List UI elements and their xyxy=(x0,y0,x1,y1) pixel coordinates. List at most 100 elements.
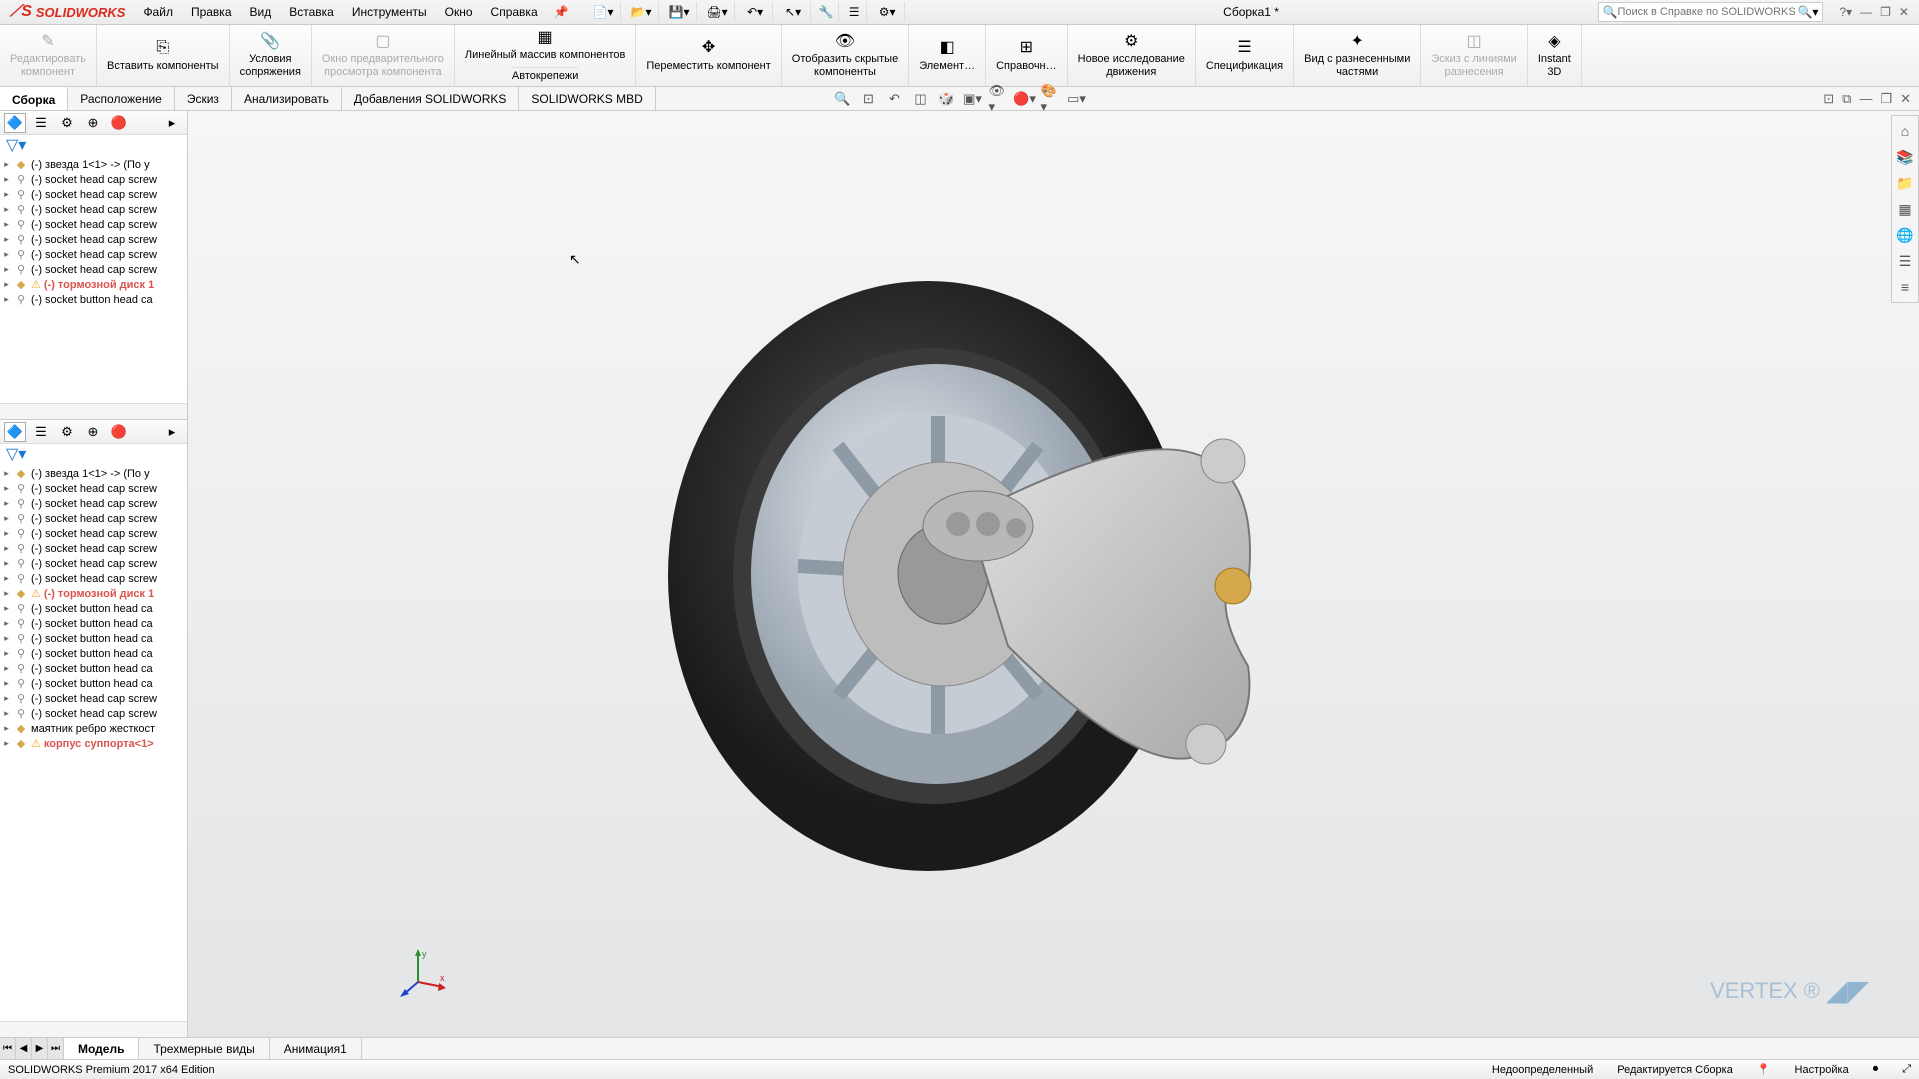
reference-triad[interactable]: y x xyxy=(398,947,448,997)
tab-addins[interactable]: Добавления SOLIDWORKS xyxy=(342,87,520,110)
expand-tree-button[interactable]: ▸ xyxy=(161,113,183,133)
tab-assembly[interactable]: Сборка xyxy=(0,87,68,110)
tree-item[interactable]: ▸⚲(-) socket head cap screw xyxy=(0,262,187,277)
taskpane-appearance-icon[interactable]: 🌐 xyxy=(1894,224,1916,246)
view-orientation-icon[interactable]: 🎲 xyxy=(937,89,957,109)
expand-icon[interactable]: ▸ xyxy=(2,498,11,509)
doctab-3dviews[interactable]: Трехмерные виды xyxy=(139,1038,269,1059)
config-tab[interactable]: ⚙ xyxy=(56,113,78,133)
tree-item[interactable]: ▸⚲(-) socket button head ca xyxy=(0,631,187,646)
expand-tree-button-2[interactable]: ▸ xyxy=(161,422,183,442)
menu-help[interactable]: Справка xyxy=(483,1,546,23)
tree-item[interactable]: ▸⚲(-) socket head cap screw xyxy=(0,541,187,556)
ribbon-cmd-6[interactable]: 👁Отобразить скрытые компоненты xyxy=(782,25,909,86)
expand-icon[interactable]: ▸ xyxy=(2,528,11,539)
zoom-area-icon[interactable]: ⊡ xyxy=(859,89,879,109)
expand-icon[interactable]: ▸ xyxy=(2,294,11,305)
tab-nav-prev[interactable]: ◀ xyxy=(16,1038,32,1059)
dimension-tab[interactable]: ⊕ xyxy=(82,113,104,133)
restore-button[interactable]: ❐ xyxy=(1880,5,1891,19)
tree-item[interactable]: ▸⚲(-) socket head cap screw xyxy=(0,481,187,496)
zoom-fit-icon[interactable]: 🔍 xyxy=(833,89,853,109)
menu-insert[interactable]: Вставка xyxy=(281,1,342,23)
tree-item[interactable]: ▸⚲(-) socket button head ca xyxy=(0,292,187,307)
tree-item[interactable]: ▸⚲(-) socket head cap screw xyxy=(0,556,187,571)
tree-item[interactable]: ▸⚲(-) socket head cap screw xyxy=(0,202,187,217)
ribbon-cmd-5[interactable]: ✥Переместить компонент xyxy=(636,25,781,86)
tab-layout[interactable]: Расположение xyxy=(68,87,175,110)
graphics-viewport[interactable]: ↖ xyxy=(188,111,1919,1037)
tab-nav-first[interactable]: ⏮ xyxy=(0,1038,16,1059)
expand-icon[interactable]: ▸ xyxy=(2,468,11,479)
taskpane-custom-props-icon[interactable]: ☰ xyxy=(1894,250,1916,272)
tree-item[interactable]: ▸◆⚠корпус суппорта<1> xyxy=(0,736,187,751)
taskpane-view-palette-icon[interactable]: ▦ xyxy=(1894,198,1916,220)
tab-mbd[interactable]: SOLIDWORKS MBD xyxy=(519,87,655,110)
status-expand-icon[interactable]: ⤢ xyxy=(1902,1063,1911,1076)
expand-icon[interactable]: ▸ xyxy=(2,573,11,584)
help-search[interactable]: 🔍 🔍▾ xyxy=(1598,2,1824,22)
menu-file[interactable]: Файл xyxy=(135,1,181,23)
tab-sketch[interactable]: Эскиз xyxy=(175,87,232,110)
ribbon-cmd-1[interactable]: ⎘Вставить компоненты xyxy=(97,25,230,86)
tree-item[interactable]: ▸⚲(-) socket button head ca xyxy=(0,616,187,631)
expand-icon[interactable]: ▸ xyxy=(2,513,11,524)
tree-item[interactable]: ▸⚲(-) socket button head ca xyxy=(0,661,187,676)
tree-item[interactable]: ▸◆(-) звезда 1<1> -> (По у xyxy=(0,466,187,481)
scene-icon[interactable]: 🎨▾ xyxy=(1041,89,1061,109)
viewport-restore[interactable]: ❐ xyxy=(1880,91,1892,107)
expand-icon[interactable]: ▸ xyxy=(2,648,11,659)
help-dropdown[interactable]: ?▾ xyxy=(1839,5,1852,19)
expand-icon[interactable]: ▸ xyxy=(2,723,11,734)
appearance-icon[interactable]: 🔴▾ xyxy=(1015,89,1035,109)
expand-icon[interactable]: ▸ xyxy=(2,234,11,245)
tree-item[interactable]: ▸⚲(-) socket head cap screw xyxy=(0,706,187,721)
tree-item[interactable]: ▸⚲(-) socket button head ca xyxy=(0,676,187,691)
expand-icon[interactable]: ▸ xyxy=(2,708,11,719)
expand-icon[interactable]: ▸ xyxy=(2,249,11,260)
ribbon-sublabel[interactable]: Автокрепежи xyxy=(512,67,578,83)
ribbon-cmd-8[interactable]: ⊞Справочн… xyxy=(986,25,1068,86)
expand-icon[interactable]: ▸ xyxy=(2,738,11,749)
viewport-close[interactable]: ✕ xyxy=(1900,91,1911,107)
expand-icon[interactable]: ▸ xyxy=(2,618,11,629)
settings-button[interactable]: ⚙▾ xyxy=(871,2,905,22)
display-tab-2[interactable]: 🔴 xyxy=(108,422,130,442)
menu-edit[interactable]: Правка xyxy=(183,1,240,23)
pin-icon[interactable]: 📌 xyxy=(546,5,577,19)
select-button[interactable]: ↖▾ xyxy=(777,2,811,22)
tree-h-scrollbar[interactable] xyxy=(0,403,187,419)
viewport-border-icon[interactable]: ⊡ xyxy=(1823,91,1834,107)
ribbon-cmd-10[interactable]: ☰Спецификация xyxy=(1196,25,1294,86)
hide-show-icon[interactable]: 👁▾ xyxy=(989,89,1009,109)
expand-icon[interactable]: ▸ xyxy=(2,543,11,554)
save-button[interactable]: 💾▾ xyxy=(663,2,697,22)
expand-icon[interactable]: ▸ xyxy=(2,693,11,704)
tree-item[interactable]: ▸◆(-) звезда 1<1> -> (По у xyxy=(0,157,187,172)
menu-view[interactable]: Вид xyxy=(242,1,280,23)
print-button[interactable]: 🖨▾ xyxy=(701,2,735,22)
feature-tree-tab[interactable]: 🔷 xyxy=(4,113,26,133)
tree-item[interactable]: ▸⚲(-) socket head cap screw xyxy=(0,187,187,202)
ribbon-cmd-13[interactable]: ◈Instant 3D xyxy=(1528,25,1582,86)
expand-icon[interactable]: ▸ xyxy=(2,159,11,170)
tree-item[interactable]: ▸⚲(-) socket head cap screw xyxy=(0,511,187,526)
taskpane-resources-icon[interactable]: ⌂ xyxy=(1894,120,1916,142)
feature-tree-lower[interactable]: ▸◆(-) звезда 1<1> -> (По у▸⚲(-) socket h… xyxy=(0,464,187,1021)
tree-item[interactable]: ▸⚲(-) socket button head ca xyxy=(0,601,187,616)
tree-item[interactable]: ▸⚲(-) socket button head ca xyxy=(0,646,187,661)
tree-item[interactable]: ▸⚲(-) socket head cap screw xyxy=(0,172,187,187)
ribbon-cmd-4[interactable]: ▦Линейный массив компонентовАвтокрепежи xyxy=(455,25,636,86)
previous-view-icon[interactable]: ↶ xyxy=(885,89,905,109)
taskpane-forum-icon[interactable]: ≡ xyxy=(1894,276,1916,298)
display-style-icon[interactable]: ▣▾ xyxy=(963,89,983,109)
expand-icon[interactable]: ▸ xyxy=(2,219,11,230)
expand-icon[interactable]: ▸ xyxy=(2,204,11,215)
minimize-button[interactable]: — xyxy=(1860,5,1872,19)
tree-item[interactable]: ▸⚲(-) socket head cap screw xyxy=(0,232,187,247)
tree-item[interactable]: ▸⚲(-) socket head cap screw xyxy=(0,247,187,262)
expand-icon[interactable]: ▸ xyxy=(2,558,11,569)
tree-item[interactable]: ▸⚲(-) socket head cap screw xyxy=(0,217,187,232)
status-pin-icon[interactable]: 📍 xyxy=(1757,1063,1771,1076)
expand-icon[interactable]: ▸ xyxy=(2,264,11,275)
